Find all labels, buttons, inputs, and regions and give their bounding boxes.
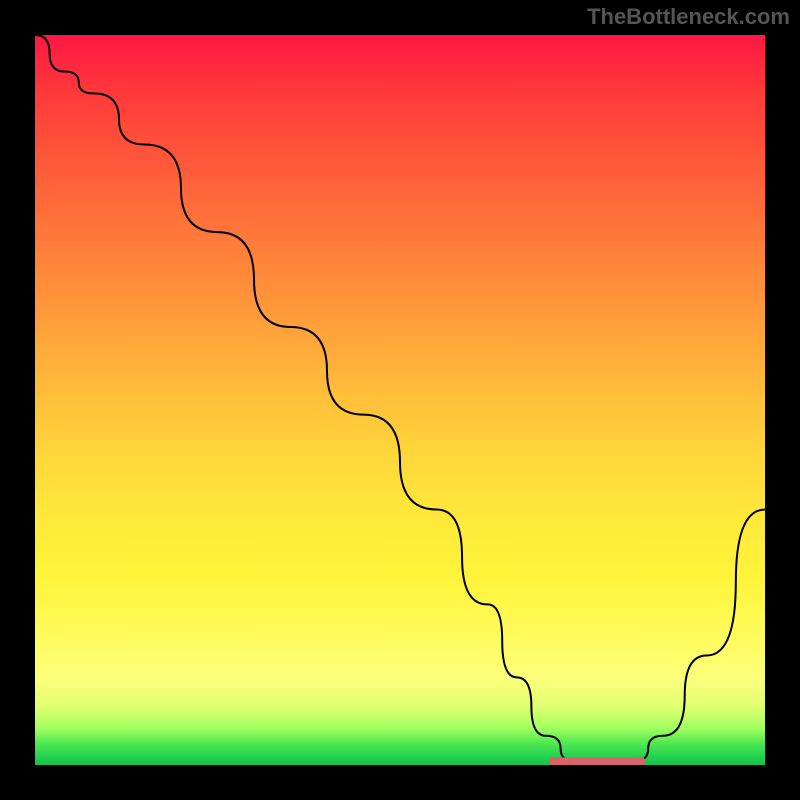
plot-area — [35, 35, 765, 765]
watermark-text: TheBottleneck.com — [587, 4, 790, 30]
curve-svg — [35, 35, 765, 765]
chart-container: TheBottleneck.com — [0, 0, 800, 800]
bottleneck-curve-path — [35, 35, 765, 761]
